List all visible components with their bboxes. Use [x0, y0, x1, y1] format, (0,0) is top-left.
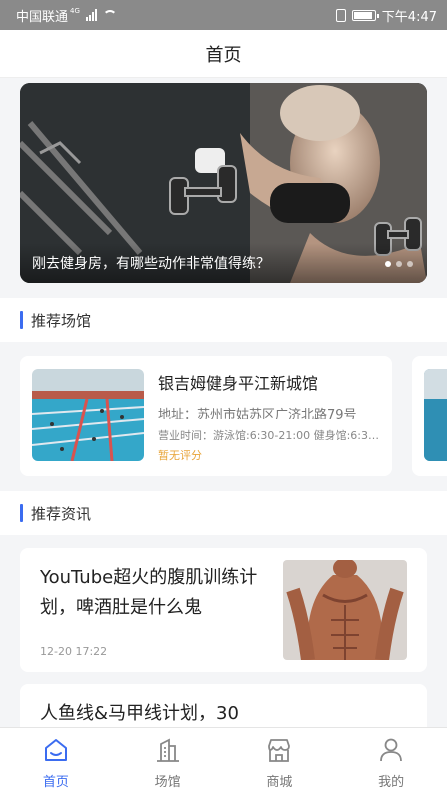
status-bar: 中国联通 4G 下午4:47: [0, 0, 447, 30]
tab-venues[interactable]: 场馆: [112, 728, 224, 797]
vibrate-icon: [335, 8, 346, 22]
section-title-news: 推荐资讯: [0, 491, 447, 535]
venue-rating: 暂无评分: [158, 449, 202, 462]
section-accent-bar: [20, 311, 23, 329]
carrier-label: 中国联通: [16, 9, 69, 25]
venue-card-next[interactable]: [412, 356, 447, 476]
network-type: 4G: [70, 7, 80, 15]
app-header: 首页: [0, 30, 447, 78]
news-time: 12-20 17:22: [40, 645, 108, 658]
carousel-indicator: [385, 261, 413, 267]
banner-carousel[interactable]: 刚去健身房，有哪些动作非常值得练？: [20, 83, 427, 283]
tab-home[interactable]: 首页: [0, 728, 112, 797]
tab-label: 商城: [266, 775, 293, 790]
signal-icon: [85, 9, 97, 21]
venue-image: [32, 369, 144, 461]
battery-icon: [351, 9, 379, 21]
bottom-tab-bar: 首页 场馆 商城 我的: [0, 727, 447, 797]
store-icon: [268, 739, 291, 762]
section-title-venues: 推荐场馆: [0, 298, 447, 342]
tab-label: 场馆: [154, 775, 181, 790]
home-icon: [44, 739, 67, 761]
tab-store[interactable]: 商城: [224, 728, 336, 797]
app-screen: 中国联通 4G 下午4:47 首页 刚去健身房，有哪些动作非常值得练？ 推荐场馆…: [0, 0, 447, 797]
page-title: 首页: [205, 44, 242, 66]
tab-label: 我的: [378, 775, 405, 790]
venue-building-icon: [156, 738, 179, 762]
venue-hours: 营业时间：游泳馆:6:30-21:00 健身馆:6:30-21:00: [158, 429, 380, 440]
venue-carousel[interactable]: 银吉姆健身平江新城馆 地址：苏州市姑苏区广济北路79号 营业时间：游泳馆:6:3…: [0, 346, 447, 486]
wifi-icon: [102, 9, 117, 21]
section-accent-bar: [20, 504, 23, 522]
clock: 下午4:47: [381, 9, 437, 25]
venue-name: 银吉姆健身平江新城馆: [158, 374, 319, 393]
banner-caption: 刚去健身房，有哪些动作非常值得练？: [20, 243, 427, 283]
profile-icon: [380, 738, 403, 762]
venue-address: 地址：苏州市姑苏区广济北路79号: [158, 408, 357, 420]
venue-image: [424, 369, 447, 461]
tab-profile[interactable]: 我的: [335, 728, 447, 797]
news-image: [283, 560, 407, 660]
news-title: 人鱼线&马甲线计划，30: [40, 703, 239, 724]
news-card[interactable]: YouTube超火的腹肌训练计划，啤酒肚是什么鬼 12-20 17:22: [20, 548, 427, 672]
tab-label: 首页: [42, 775, 69, 790]
venue-card[interactable]: 银吉姆健身平江新城馆 地址：苏州市姑苏区广济北路79号 营业时间：游泳馆:6:3…: [20, 356, 392, 476]
news-title: YouTube超火的腹肌训练计划，啤酒肚是什么鬼: [40, 567, 258, 618]
